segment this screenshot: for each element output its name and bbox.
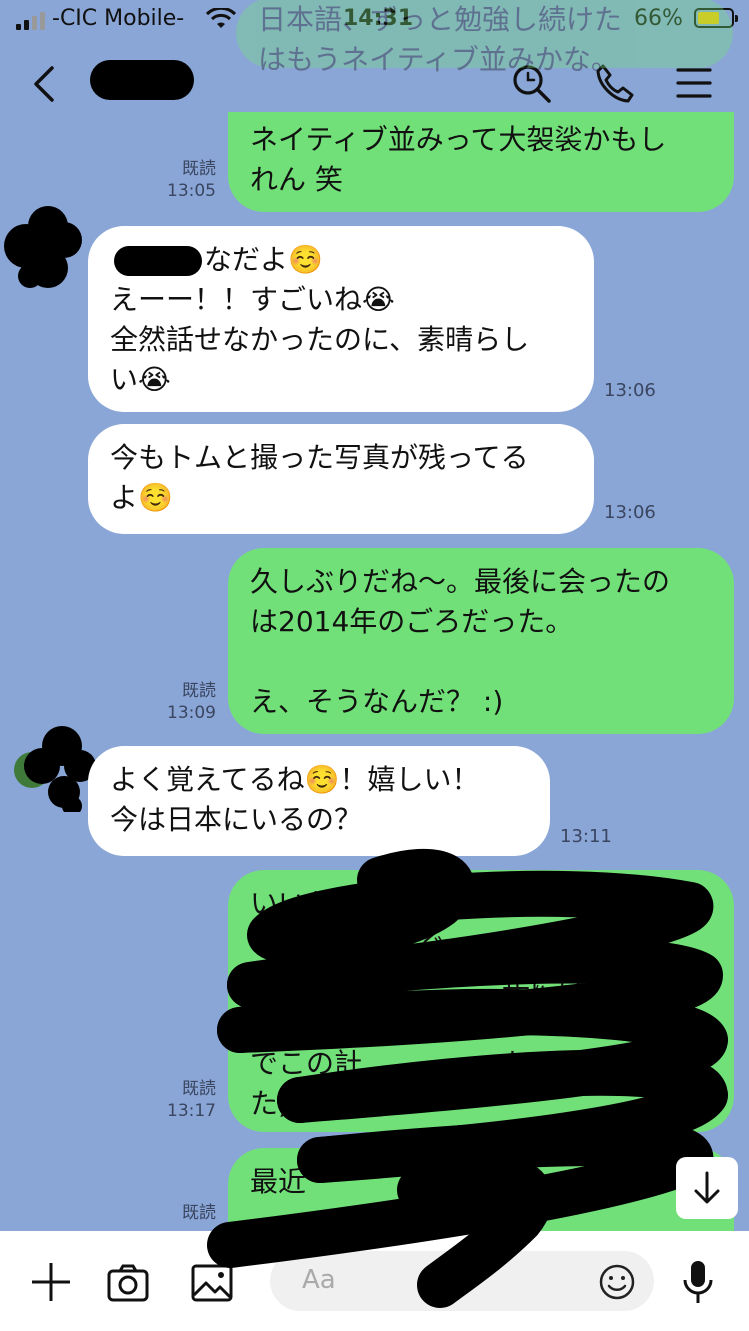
message-time: 13:06 — [604, 380, 656, 401]
message-meta: 既読 — [150, 1202, 216, 1224]
scroll-to-bottom-button[interactable] — [676, 1157, 738, 1219]
message-meta: 既読 13:17 — [150, 1078, 216, 1122]
message-time: 13:05 — [167, 181, 216, 201]
chat-area[interactable]: 日本語、ずっと勉強し続けた はもうネイティブ並みかな。 ネイティブ並みって大袈裟… — [0, 0, 749, 1258]
message-line: なだよ☺️ — [204, 243, 323, 276]
message-meta: 既読 13:05 — [150, 158, 216, 202]
battery-icon — [694, 8, 738, 28]
plus-icon[interactable] — [30, 1261, 72, 1303]
message-line: よ☺️ — [110, 481, 173, 514]
carrier-label: -CIC Mobile- — [52, 6, 185, 31]
phone-icon[interactable] — [594, 62, 634, 104]
message-time: 13:06 — [604, 502, 656, 523]
clock: 14:31 — [343, 6, 414, 31]
message-line: 今は日本にいるの？ — [110, 803, 363, 836]
battery-percent: 66% — [634, 6, 683, 31]
message-line: 最近 — [250, 1165, 307, 1198]
message-line: ょ うすぐ り住 — [250, 927, 559, 960]
contact-name[interactable] — [90, 60, 194, 100]
message-line: えーー！！すごいね😭 — [110, 283, 395, 316]
message-incoming[interactable]: よく覚えてるね☺️！嬉しい！ 今は日本にいるの？ — [88, 746, 550, 856]
arrow-down-icon — [694, 1171, 720, 1204]
message-line: た) — [250, 1087, 289, 1120]
read-receipt: 既読 — [182, 681, 216, 701]
message-incoming[interactable]: 今もトムと撮った写真が残ってる よ☺️ — [88, 424, 594, 534]
avatar[interactable] — [4, 206, 84, 288]
microphone-icon[interactable] — [682, 1259, 714, 1305]
message-meta: 既読 13:09 — [150, 680, 216, 724]
emoji-icon[interactable] — [598, 1263, 636, 1301]
message-line: いいえ、今は — [250, 887, 419, 920]
message-line: 全然話せなかったのに、素晴らし — [110, 323, 530, 356]
message-outgoing[interactable]: いいえ、今は ょ うすぐ り住 る 年には コ でこの計 ちゃ た) — [228, 870, 734, 1132]
message-input[interactable]: Aa — [270, 1251, 654, 1311]
message-line: れん 笑 — [250, 163, 343, 196]
redaction-scribble — [207, 848, 728, 1308]
message-line-wrap: なだよ☺️ — [110, 240, 572, 280]
message-outgoing[interactable]: 久しぶりだね〜。最後に会ったの は2014年のごろだった。 え、そうなんだ？ :… — [228, 548, 734, 734]
read-receipt: 既読 — [182, 159, 216, 179]
message-incoming[interactable]: なだよ☺️ えーー！！すごいね😭 全然話せなかったのに、素晴らし い😭 — [88, 226, 594, 412]
input-placeholder: Aa — [302, 1265, 336, 1295]
search-icon[interactable] — [510, 62, 552, 104]
message-line: でこの計 ちゃ — [250, 1047, 559, 1080]
signal-icon — [16, 10, 48, 30]
menu-icon[interactable] — [676, 66, 712, 100]
message-line: よく覚えてるね☺️！嬉しい！ — [110, 763, 480, 796]
message-line — [250, 642, 712, 682]
message-line: は2014年のごろだった。 — [250, 605, 574, 638]
chat-header — [0, 40, 749, 130]
message-line: 今もトムと撮った写真が残ってる — [110, 441, 529, 474]
image-icon[interactable] — [190, 1263, 234, 1303]
message-input-bar: Aa — [0, 1231, 749, 1331]
message-line: い😭 — [110, 363, 171, 396]
camera-icon[interactable] — [106, 1263, 150, 1303]
read-receipt: 既読 — [182, 1203, 216, 1223]
message-line: コ — [250, 1007, 559, 1040]
wifi-icon — [206, 8, 236, 28]
message-line: え、そうなんだ？ :) — [250, 685, 504, 718]
back-chevron-icon[interactable] — [30, 64, 60, 104]
redaction — [114, 246, 202, 276]
message-time: 13:11 — [560, 826, 612, 847]
avatar[interactable] — [12, 726, 96, 816]
read-receipt: 既読 — [182, 1079, 216, 1099]
message-line: る 年には — [250, 967, 587, 1000]
message-time: 13:09 — [167, 703, 216, 723]
message-time: 13:17 — [167, 1101, 216, 1121]
status-bar: -CIC Mobile- 14:31 66% — [0, 0, 749, 40]
message-line: 久しぶりだね〜。最後に会ったの — [250, 565, 671, 598]
